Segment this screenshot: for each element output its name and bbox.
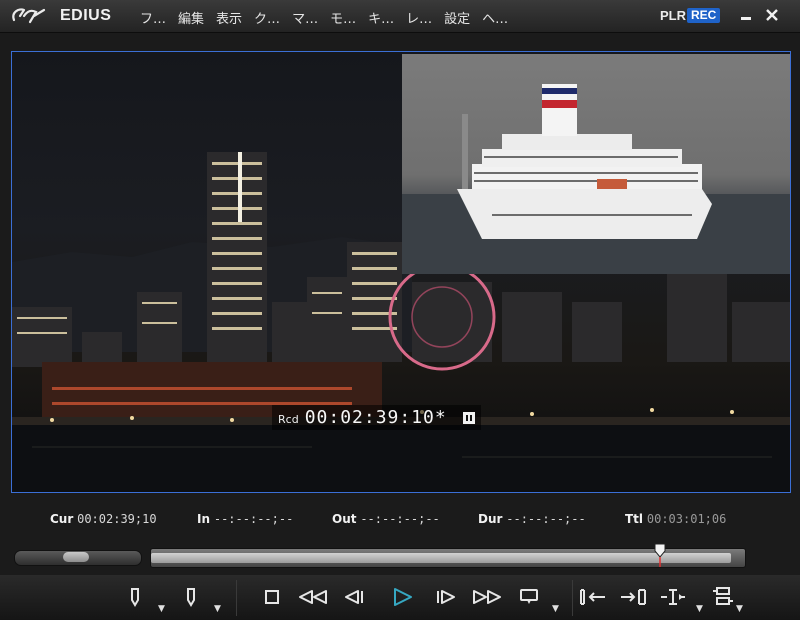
set-in-dropdown-icon[interactable]: ▼ [158,604,165,614]
recorder-timecode-overlay: Rcd 00:02:39:10* [272,405,481,430]
three-point-dropdown-icon[interactable]: ▼ [696,604,703,614]
ttl-label: Ttl [625,512,644,526]
ttl-info: Ttl 00:03:01;06 [625,512,726,526]
cur-label: Cur [50,512,74,526]
cur-value: 00:02:39;10 [77,512,157,526]
shuttle-slider[interactable] [14,550,142,566]
menu-view[interactable]: 表示 [216,8,242,27]
grass-valley-logo-icon [12,8,46,24]
overwrite-to-timeline-icon[interactable] [616,582,650,612]
in-label: In [197,512,211,526]
step-forward-icon[interactable] [430,582,464,612]
step-back-icon[interactable] [336,582,370,612]
timecode-display: 00:02:39:10* [304,407,447,428]
out-label: Out [332,512,357,526]
mode-rec-button[interactable]: REC [687,8,721,23]
set-out-icon[interactable] [174,582,208,612]
playhead-icon[interactable] [654,543,666,567]
out-info: Out --:--:--;-- [332,512,440,526]
preview-monitor[interactable]: Rcd 00:02:39:10* [11,51,791,493]
insert-to-timeline-icon[interactable] [576,582,610,612]
mode-plr-button[interactable]: PLR [660,8,686,23]
title-bar: EDIUS フ… 編集 表示 ク… マ… モ… キ… レ… 設定 ヘ… PLR … [0,0,800,33]
stop-icon[interactable] [255,582,289,612]
menu-bar: フ… 編集 表示 ク… マ… モ… キ… レ… 設定 ヘ… [140,8,520,27]
loop-dropdown-icon[interactable]: ▼ [552,604,559,614]
in-info: In --:--:--;-- [197,512,293,526]
dur-value: --:--:--;-- [506,512,586,526]
menu-file[interactable]: フ… [140,8,166,27]
shuttle-knob[interactable] [63,552,89,562]
rewind-icon[interactable] [296,582,330,612]
transport-separator [236,580,237,616]
app-name: EDIUS [60,7,112,24]
menu-edit[interactable]: 編集 [178,8,204,27]
transport-separator [572,580,573,616]
cruise-ship-image [402,84,790,274]
menu-settings[interactable]: 設定 [444,8,470,27]
out-value: --:--:--;-- [360,512,440,526]
cur-info: Cur 00:02:39;10 [50,512,157,526]
in-value: --:--:--;-- [213,512,294,526]
ttl-value: 00:03:01;06 [646,512,727,526]
pause-icon [462,412,475,424]
more-options-dropdown-icon[interactable]: ▼ [736,604,743,614]
play-icon[interactable] [386,582,420,612]
menu-marker[interactable]: マ… [292,8,318,27]
menu-render[interactable]: レ… [406,8,432,27]
menu-clip[interactable]: ク… [254,8,280,27]
picture-in-picture-inset [402,54,790,274]
fast-forward-icon[interactable] [470,582,504,612]
close-icon[interactable] [764,8,780,24]
menu-help[interactable]: ヘ… [482,8,508,27]
dur-info: Dur --:--:--;-- [478,512,586,526]
menu-mode[interactable]: モ… [330,8,356,27]
minimize-icon[interactable] [738,8,754,24]
menu-capture[interactable]: キ… [368,8,394,27]
mode-switch: PLR REC [660,8,721,23]
rcd-label: Rcd [278,413,299,426]
loop-icon[interactable] [512,582,546,612]
set-out-dropdown-icon[interactable]: ▼ [214,604,221,614]
dur-label: Dur [478,512,503,526]
position-slider[interactable] [150,543,746,568]
three-point-edit-icon[interactable] [656,582,690,612]
more-options-icon[interactable] [706,582,740,612]
set-in-icon[interactable] [118,582,152,612]
position-track [151,553,731,563]
